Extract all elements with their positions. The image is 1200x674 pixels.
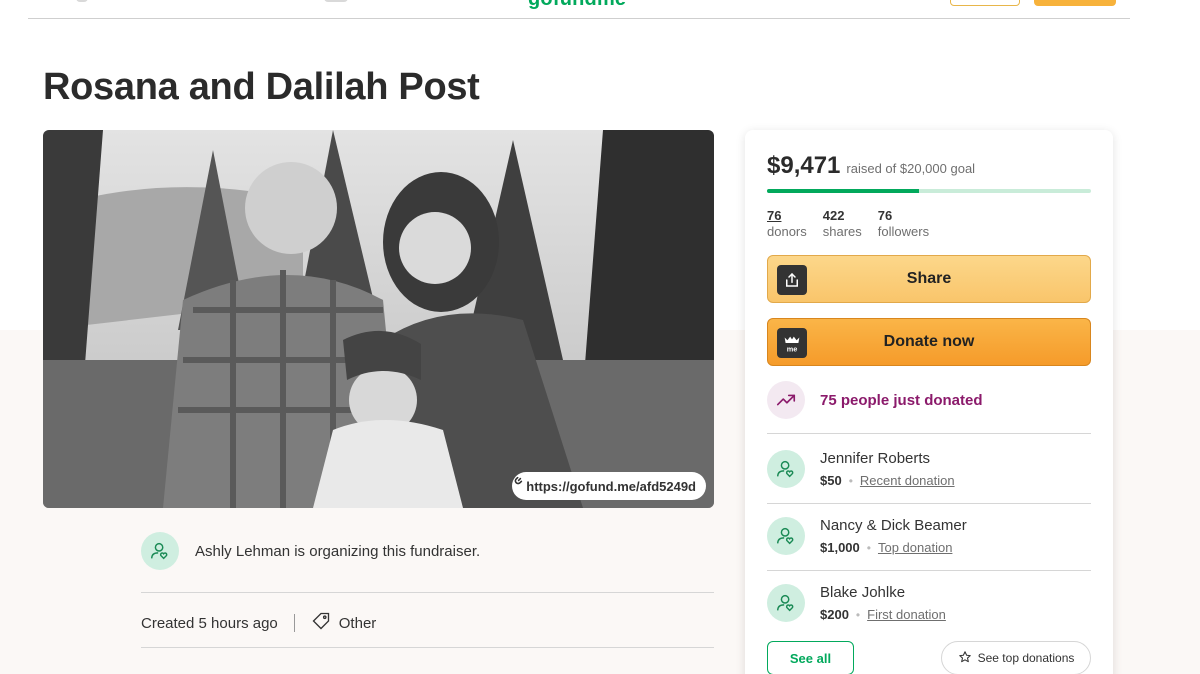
gofundme-me-icon: me bbox=[777, 328, 807, 358]
donate-now-button[interactable]: me Donate now bbox=[767, 318, 1091, 366]
top-navigation: gofundme bbox=[28, 0, 1130, 19]
donation-item: Jennifer Roberts $50 • Recent donation bbox=[767, 450, 955, 488]
donor-name: Blake Johlke bbox=[820, 584, 906, 601]
divider bbox=[767, 570, 1091, 571]
svg-text:me: me bbox=[787, 344, 798, 353]
separator-dot: • bbox=[855, 607, 861, 622]
category-tag[interactable]: Other bbox=[311, 611, 377, 635]
trend-text: 75 people just donated bbox=[820, 391, 983, 409]
tag-icon bbox=[311, 611, 331, 635]
campaign-stats: 76 donors 422 shares 76 followers bbox=[767, 208, 929, 240]
category-label: Other bbox=[338, 614, 377, 632]
share-button[interactable]: Share bbox=[767, 255, 1091, 303]
donor-name: Jennifer Roberts bbox=[820, 450, 931, 467]
created-time: Created 5 hours ago bbox=[141, 614, 278, 632]
donation-item: Blake Johlke $200 • First donation bbox=[767, 584, 946, 622]
family-photo-image bbox=[43, 130, 714, 508]
user-heart-icon bbox=[777, 527, 794, 545]
page-title: Rosana and Dalilah Post bbox=[43, 66, 480, 108]
divider bbox=[141, 592, 714, 593]
separator-dot: • bbox=[848, 473, 853, 488]
donate-label: Donate now bbox=[883, 333, 975, 350]
donation-type-link[interactable]: Recent donation bbox=[860, 473, 955, 488]
organizer-text: Ashly Lehman is organizing this fundrais… bbox=[195, 542, 481, 560]
user-heart-icon bbox=[777, 594, 794, 612]
trending-up-icon bbox=[767, 381, 805, 419]
progress-bar bbox=[767, 189, 1091, 193]
start-gofundme-button[interactable] bbox=[1034, 0, 1116, 6]
goal-text: raised of $20,000 goal bbox=[846, 161, 976, 176]
see-top-donations-button[interactable]: See top donations bbox=[941, 641, 1091, 674]
nav-link[interactable] bbox=[324, 0, 348, 2]
organizer-row: Ashly Lehman is organizing this fundrais… bbox=[141, 532, 480, 570]
meta-separator bbox=[293, 614, 295, 632]
stat-label: shares bbox=[822, 224, 862, 239]
raised-summary: $9,471 raised of $20,000 goal bbox=[767, 152, 975, 180]
campaign-photo: https://gofund.me/afd5249d bbox=[43, 130, 714, 508]
donation-card: $9,471 raised of $20,000 goal 76 donors … bbox=[745, 130, 1113, 674]
donor-avatar bbox=[767, 450, 805, 488]
donation-amount: $1,000 bbox=[820, 540, 860, 555]
stat-value: 422 bbox=[822, 208, 845, 223]
recent-donations-trend: 75 people just donated bbox=[767, 381, 983, 419]
share-url-text: https://gofund.me/afd5249d bbox=[526, 478, 696, 494]
stat-label: followers bbox=[877, 224, 930, 239]
stat-followers: 76 followers bbox=[878, 208, 929, 240]
see-top-label: See top donations bbox=[977, 651, 1075, 665]
donation-amount: $50 bbox=[820, 473, 842, 488]
gofundme-logo[interactable]: gofundme bbox=[528, 0, 626, 11]
progress-fill bbox=[767, 189, 920, 193]
donor-avatar bbox=[767, 517, 805, 555]
see-all-button[interactable]: See all bbox=[767, 641, 854, 674]
stat-shares: 422 shares bbox=[823, 208, 862, 240]
donor-avatar bbox=[767, 584, 805, 622]
donation-type-link[interactable]: Top donation bbox=[878, 540, 952, 555]
star-icon bbox=[958, 650, 972, 667]
donor-name: Nancy & Dick Beamer bbox=[820, 517, 967, 534]
sign-in-button[interactable] bbox=[950, 0, 1020, 6]
stat-value: 76 bbox=[767, 208, 782, 223]
stat-label: donors bbox=[767, 224, 807, 239]
share-icon bbox=[777, 265, 807, 295]
donation-amount: $200 bbox=[820, 607, 849, 622]
donation-type-link[interactable]: First donation bbox=[867, 607, 946, 622]
share-url-pill[interactable]: https://gofund.me/afd5249d bbox=[512, 472, 706, 500]
search-nav-item[interactable] bbox=[76, 0, 88, 2]
separator-dot: • bbox=[866, 540, 871, 555]
divider bbox=[141, 647, 714, 648]
campaign-meta: Created 5 hours ago Other bbox=[141, 611, 376, 635]
donation-item: Nancy & Dick Beamer $1,000 • Top donatio… bbox=[767, 517, 967, 555]
divider bbox=[767, 503, 1091, 504]
organizer-avatar bbox=[141, 532, 179, 570]
share-label: Share bbox=[906, 270, 952, 287]
divider bbox=[767, 433, 1091, 434]
user-heart-icon bbox=[151, 542, 168, 560]
raised-amount: $9,471 bbox=[767, 152, 841, 179]
stat-donors[interactable]: 76 donors bbox=[767, 208, 807, 240]
stat-value: 76 bbox=[877, 208, 893, 223]
user-heart-icon bbox=[777, 460, 794, 478]
